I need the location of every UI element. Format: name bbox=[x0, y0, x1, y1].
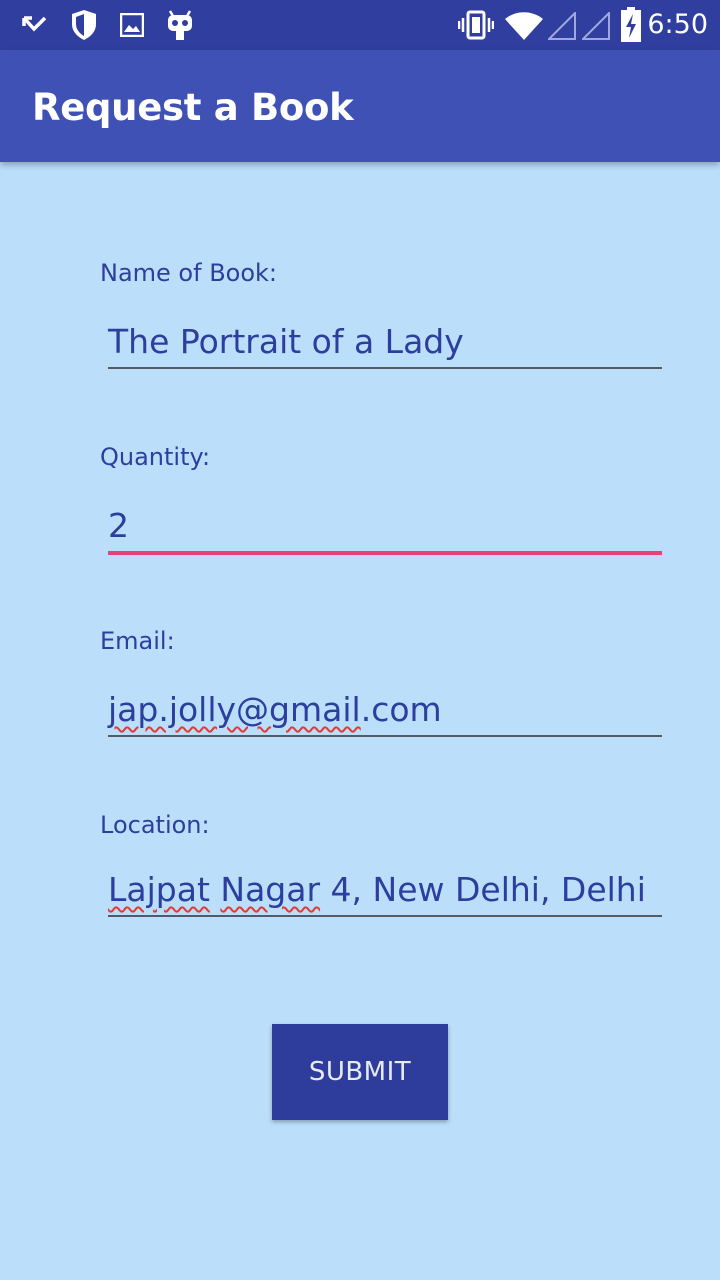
email-misspelled-text: jap.jolly@gmail bbox=[108, 690, 361, 729]
missed-call-icon bbox=[22, 16, 47, 32]
android-bot-icon bbox=[168, 10, 192, 40]
submit-button[interactable]: SUBMIT bbox=[272, 1024, 448, 1120]
page-title: Request a Book bbox=[32, 86, 354, 129]
quantity-input[interactable]: 2 bbox=[108, 505, 662, 547]
location-space bbox=[210, 870, 221, 909]
app-bar: Request a Book bbox=[0, 50, 720, 162]
book-name-label: Name of Book: bbox=[100, 259, 278, 287]
location-underline bbox=[108, 915, 662, 917]
book-name-underline bbox=[108, 367, 662, 369]
location-label: Location: bbox=[100, 811, 210, 839]
signal-icon bbox=[582, 12, 610, 40]
book-name-input[interactable]: The Portrait of a Lady bbox=[108, 321, 662, 363]
email-underline bbox=[108, 735, 662, 737]
location-input[interactable]: Lajpat Nagar 4, New Delhi, Delhi bbox=[108, 869, 662, 911]
wifi-icon bbox=[505, 12, 543, 40]
quantity-label: Quantity: bbox=[100, 443, 211, 471]
image-icon bbox=[120, 13, 144, 37]
shield-icon bbox=[72, 10, 96, 40]
email-label: Email: bbox=[100, 627, 175, 655]
quantity-underline bbox=[108, 551, 662, 555]
email-domain-text: .com bbox=[360, 690, 442, 729]
signal-icon bbox=[548, 12, 576, 40]
location-word-1: Lajpat bbox=[108, 870, 210, 909]
email-input[interactable]: jap.jolly@gmail.com bbox=[108, 689, 662, 731]
status-time: 6:50 bbox=[647, 9, 708, 40]
location-rest: 4, New Delhi, Delhi bbox=[320, 870, 646, 909]
status-bar: 6:50 bbox=[0, 0, 720, 50]
vibrate-icon bbox=[458, 10, 494, 40]
location-word-2: Nagar bbox=[220, 870, 321, 909]
